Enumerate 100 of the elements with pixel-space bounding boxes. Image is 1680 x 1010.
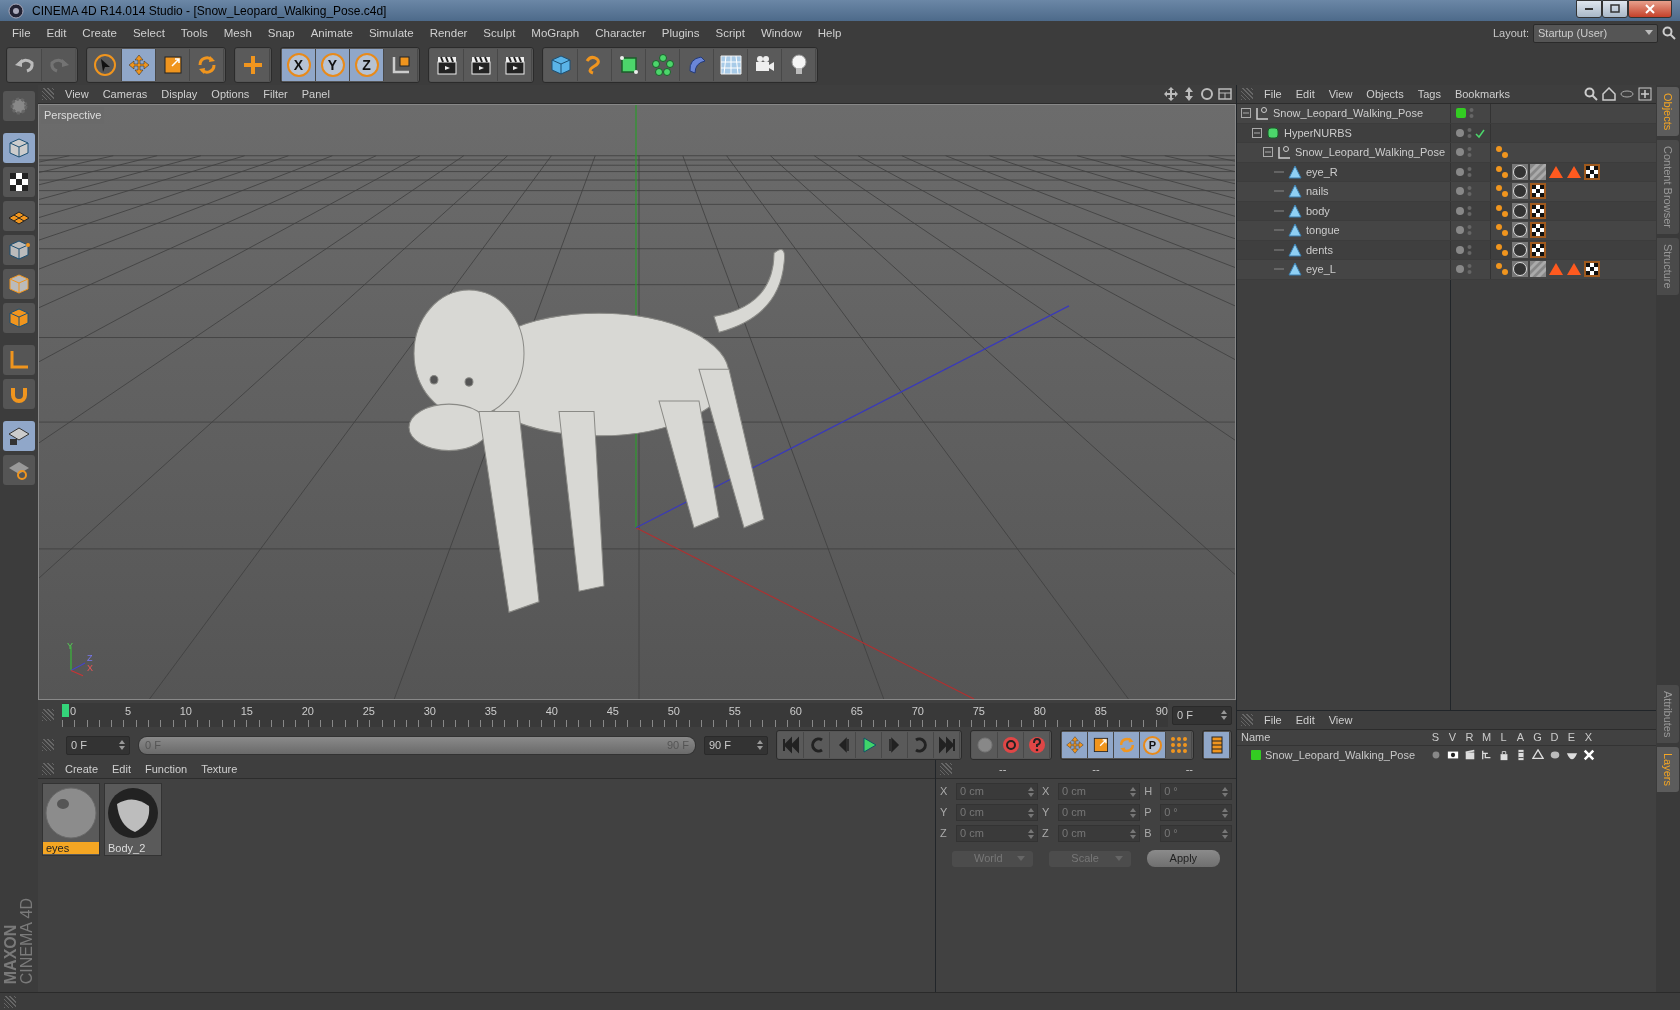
menu-item[interactable]: Cameras [95, 84, 155, 104]
object-name[interactable]: eye_L [1306, 261, 1336, 278]
position-key-button[interactable] [1062, 732, 1088, 758]
object-name[interactable]: Snow_Leopard_Walking_Pose [1295, 144, 1446, 161]
object-name[interactable]: Snow_Leopard_Walking_Pose [1273, 105, 1424, 122]
play-button[interactable] [856, 732, 882, 758]
end-frame-field[interactable]: 90 F [704, 735, 768, 755]
array-button[interactable] [646, 49, 680, 81]
go-to-end-button[interactable] [934, 732, 960, 758]
menu-item[interactable]: Window [752, 21, 810, 45]
material-swatch[interactable]: Body_2 [104, 783, 162, 856]
object-name[interactable]: tongue [1306, 222, 1340, 239]
scale-key-button[interactable] [1088, 732, 1114, 758]
menu-item[interactable]: Texture [194, 759, 245, 779]
cube-button[interactable] [544, 49, 578, 81]
object-name[interactable]: body [1306, 202, 1330, 219]
rotation-key-button[interactable] [1114, 732, 1140, 758]
menu-item[interactable]: Filter [256, 84, 295, 104]
point-level-button[interactable] [1166, 732, 1192, 758]
3d-viewport[interactable]: Perspective Y Z X [38, 104, 1236, 700]
menu-item[interactable]: Panel [294, 84, 337, 104]
undo-button[interactable] [8, 49, 42, 81]
menu-item[interactable]: Display [154, 84, 205, 104]
menu-item[interactable]: Simulate [360, 21, 422, 45]
menu-item[interactable]: Help [809, 21, 850, 45]
object-row[interactable]: Snow_Leopard_Walking_Pose [1237, 104, 1656, 124]
object-row[interactable]: Snow_Leopard_Walking_Pose [1237, 143, 1656, 163]
menu-item[interactable]: View [1321, 84, 1360, 104]
help-button[interactable] [1024, 732, 1050, 758]
light-button[interactable] [782, 49, 816, 81]
next-frame-button[interactable] [882, 732, 908, 758]
render-settings-button[interactable] [498, 49, 532, 81]
menu-item[interactable]: File [1257, 710, 1289, 730]
drag-handle[interactable] [42, 739, 54, 751]
rotate-tool[interactable] [190, 49, 224, 81]
coordinate-system-button[interactable] [384, 49, 418, 81]
y-axis-lock[interactable]: Y [316, 49, 350, 81]
drag-handle[interactable] [940, 763, 952, 775]
floor-button[interactable] [714, 49, 748, 81]
parameter-key-button[interactable]: P [1140, 732, 1166, 758]
drag-handle[interactable] [42, 88, 54, 100]
apply-button[interactable]: Apply [1146, 850, 1220, 867]
menu-item[interactable]: Create [58, 759, 106, 779]
previous-frame-button[interactable] [830, 732, 856, 758]
menu-item[interactable]: File [1257, 84, 1289, 104]
spline-button[interactable] [578, 49, 612, 81]
menu-item[interactable]: Mesh [215, 21, 260, 45]
drag-handle[interactable] [42, 763, 54, 775]
menu-item[interactable]: Plugins [653, 21, 708, 45]
drag-handle[interactable] [4, 995, 16, 1008]
start-frame-field[interactable]: 0 F [66, 735, 130, 755]
mode-button[interactable] [3, 421, 35, 451]
menu-item[interactable]: Select [124, 21, 173, 45]
next-key-button[interactable] [908, 732, 934, 758]
camera-button[interactable] [748, 49, 782, 81]
menu-item[interactable]: View [1321, 710, 1360, 730]
mode-button[interactable] [3, 167, 35, 197]
menu-item[interactable]: Tools [172, 21, 216, 45]
menu-item[interactable]: Tags [1410, 84, 1448, 104]
move-tool[interactable] [122, 49, 156, 81]
menu-item[interactable]: File [4, 21, 39, 45]
menu-item[interactable]: Script [707, 21, 753, 45]
menu-item[interactable]: Animate [302, 21, 361, 45]
menu-item[interactable]: Create [74, 21, 125, 45]
live-selection-tool[interactable] [88, 49, 122, 81]
nurbs-button[interactable] [612, 49, 646, 81]
object-row[interactable]: eye_L [1237, 260, 1656, 280]
render-button[interactable] [464, 49, 498, 81]
menu-item[interactable]: View [58, 84, 96, 104]
go-to-start-button[interactable] [778, 732, 804, 758]
minimize-button[interactable] [1576, 0, 1602, 18]
autokey-button[interactable] [998, 732, 1024, 758]
object-name[interactable]: HyperNURBS [1284, 124, 1352, 141]
menu-item[interactable]: Character [587, 21, 654, 45]
menu-item[interactable]: Options [204, 84, 257, 104]
current-frame-field[interactable]: 0 F [1172, 705, 1232, 725]
render-view-button[interactable] [430, 49, 464, 81]
layout-dropdown[interactable]: Startup (User) [1533, 23, 1658, 43]
menu-item[interactable]: Objects [1359, 84, 1411, 104]
maximize-button[interactable] [1602, 0, 1628, 18]
close-button[interactable] [1628, 0, 1672, 18]
object-row[interactable]: nails [1237, 182, 1656, 202]
drag-handle[interactable] [1241, 714, 1253, 726]
material-swatch[interactable]: eyes [42, 783, 100, 856]
scale-tool[interactable] [156, 49, 190, 81]
menu-item[interactable]: Edit [38, 21, 75, 45]
menu-item[interactable]: Edit [105, 759, 138, 779]
menu-item[interactable]: Edit [1288, 84, 1322, 104]
menu-item[interactable]: Render [421, 21, 476, 45]
drag-handle[interactable] [1241, 88, 1253, 100]
menu-item[interactable]: Function [138, 759, 195, 779]
menu-item[interactable]: Edit [1288, 710, 1322, 730]
object-name[interactable]: dents [1306, 241, 1333, 258]
mode-button[interactable] [3, 201, 35, 231]
z-axis-lock[interactable]: Z [350, 49, 384, 81]
menu-item[interactable]: Snap [259, 21, 303, 45]
object-name[interactable]: nails [1306, 183, 1329, 200]
menu-item[interactable]: MoGraph [523, 21, 588, 45]
menu-item[interactable]: Bookmarks [1447, 84, 1517, 104]
keyframe-button[interactable] [972, 732, 998, 758]
